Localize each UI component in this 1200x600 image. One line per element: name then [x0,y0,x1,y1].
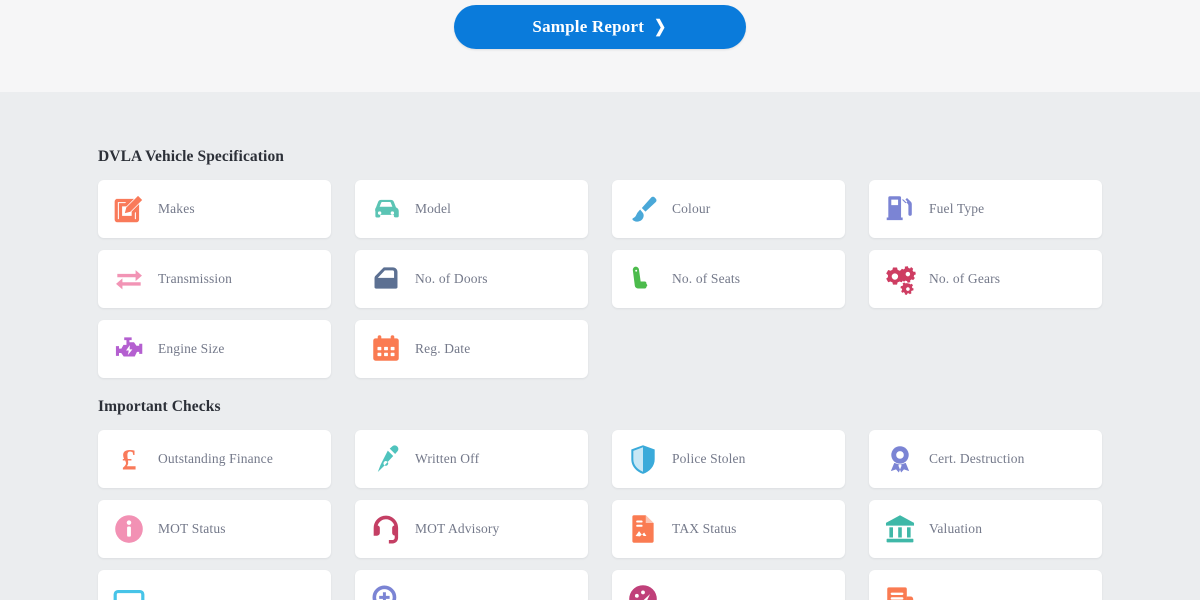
check-card-label: Police Stolen [672,451,746,466]
check-card[interactable]: Makes [98,180,331,238]
car-seat-icon [626,262,660,296]
check-card[interactable]: MOT Advisory [355,500,588,558]
plate-icon [112,582,146,600]
check-card[interactable]: Fuel Type [869,180,1102,238]
check-card[interactable] [98,570,331,600]
important-checks-grid: £ Outstanding Finance Written Off Police St… [98,430,1102,600]
check-card-label: No. of Doors [415,271,488,286]
edit-square-icon [112,192,146,226]
chevron-right-icon: ❯ [654,16,667,36]
check-card[interactable]: Valuation [869,500,1102,558]
main-content: DVLA Vehicle Specification Makes Model Col… [0,148,1200,600]
check-card[interactable]: Engine Size [98,320,331,378]
check-card[interactable] [355,570,588,600]
check-card-label: MOT Status [158,521,226,536]
check-card[interactable]: Reg. Date [355,320,588,378]
info-circle-icon [112,512,146,546]
car-icon [369,192,403,226]
exchange-arrows-icon [112,262,146,296]
check-card-label: Transmission [158,271,233,286]
sample-report-label: Sample Report [532,17,645,36]
check-card-label: Valuation [929,521,983,536]
check-card-label: Outstanding Finance [158,451,273,466]
check-card-label: Cert. Destruction [929,451,1025,466]
top-banner: Sample Report ❯ [0,0,1200,92]
document-pulse-icon [626,512,660,546]
award-ribbon-icon [883,442,917,476]
check-card[interactable]: TAX Status [612,500,845,558]
check-card-label: MOT Advisory [415,521,500,536]
check-card[interactable]: Model [355,180,588,238]
section-title-important-checks: Important Checks [98,398,221,415]
bank-icon [883,512,917,546]
calendar-icon [369,332,403,366]
dvla-vehicle-specification-grid: Makes Model Colour Fuel Type Transmission No.… [98,180,1102,378]
section-title-dvla-vehicle-specification: DVLA Vehicle Specification [98,148,285,165]
check-card[interactable]: Police Stolen [612,430,845,488]
shield-icon [626,442,660,476]
pound-sterling-icon: £ [112,442,146,476]
car-door-icon [369,262,403,296]
mileage-gauge-icon [626,582,660,600]
check-card[interactable]: Transmission [98,250,331,308]
vin-search-icon [369,582,403,600]
headset-icon [369,512,403,546]
fuel-pump-icon [883,192,917,226]
check-card[interactable]: Colour [612,180,845,238]
check-card[interactable]: £ Outstanding Finance [98,430,331,488]
check-card-label: Written Off [415,451,480,466]
check-card-label: Makes [158,201,195,216]
svg-text:£: £ [122,444,137,476]
check-card-label: Engine Size [158,341,225,356]
check-card[interactable]: Written Off [355,430,588,488]
check-card[interactable]: Cert. Destruction [869,430,1102,488]
check-card-label: No. of Gears [929,271,1001,286]
check-card[interactable]: No. of Doors [355,250,588,308]
check-card-label: Fuel Type [929,201,985,216]
engine-icon [112,332,146,366]
check-card-label: Colour [672,201,711,216]
paint-brush-icon [626,192,660,226]
check-card-label: Model [415,201,451,216]
check-card-label: Reg. Date [415,341,471,356]
pen-nib-icon [369,442,403,476]
gears-icon [883,262,917,296]
sample-report-button[interactable]: Sample Report ❯ [454,5,746,49]
check-card-label: TAX Status [672,521,737,536]
check-card[interactable]: No. of Seats [612,250,845,308]
check-card[interactable] [612,570,845,600]
check-card-label: No. of Seats [672,271,741,286]
invoice-icon [883,582,917,600]
check-card[interactable]: No. of Gears [869,250,1102,308]
check-card[interactable]: MOT Status [98,500,331,558]
check-card[interactable] [869,570,1102,600]
